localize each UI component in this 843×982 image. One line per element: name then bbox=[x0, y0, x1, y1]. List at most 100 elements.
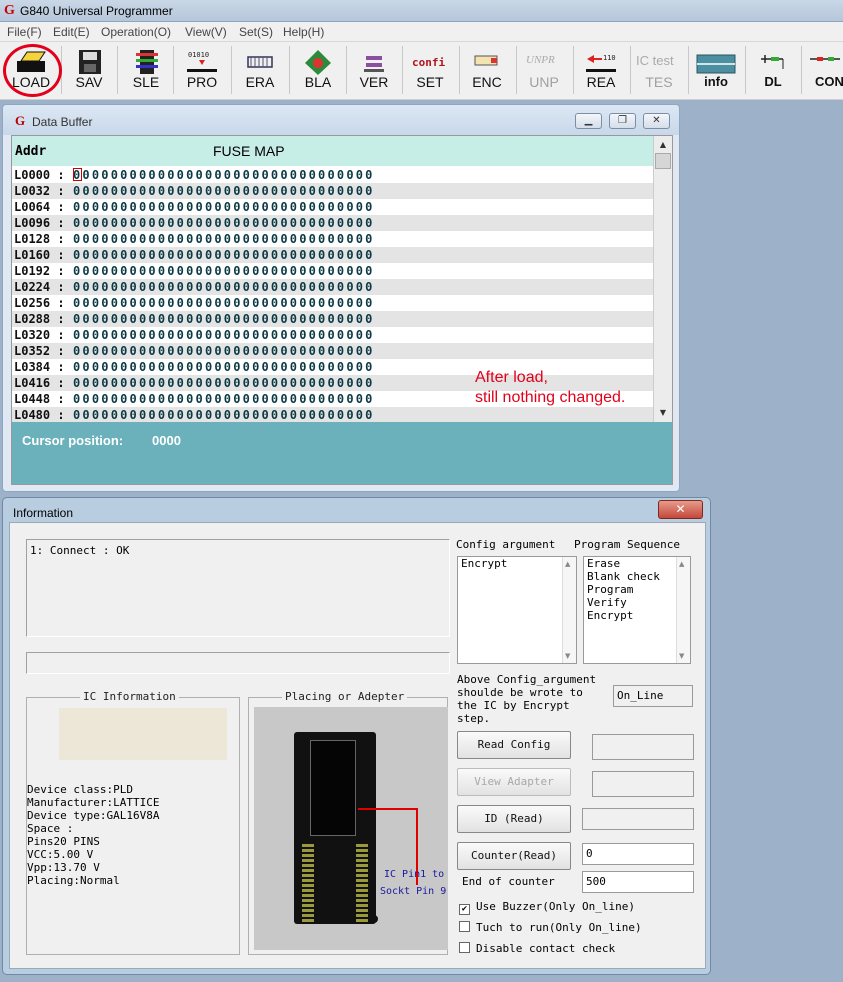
row-bits[interactable]: 00000000000000000000000000000000 bbox=[73, 231, 375, 247]
row-bits[interactable]: 00000000000000000000000000000000 bbox=[73, 167, 375, 183]
information-window: Information ✕ 1: Connect : OK IC Informa… bbox=[2, 497, 711, 975]
download-button[interactable]: DL bbox=[747, 46, 799, 96]
table-row[interactable]: L0160 : 00000000000000000000000000000000 bbox=[12, 247, 653, 263]
fuse-map-scrollbar[interactable]: ▲ ▼ bbox=[653, 136, 672, 422]
program-sequence-label: Program Sequence bbox=[574, 538, 680, 551]
table-row[interactable]: L0096 : 00000000000000000000000000000000 bbox=[12, 215, 653, 231]
info-button[interactable]: info bbox=[690, 46, 742, 96]
row-bits[interactable]: 00000000000000000000000000000000 bbox=[73, 375, 375, 391]
minimize-button[interactable]: ▁ bbox=[575, 113, 602, 129]
log-line: 1: Connect : OK bbox=[30, 544, 130, 557]
row-bits[interactable]: 00000000000000000000000000000000 bbox=[73, 295, 375, 311]
counter-value-field[interactable]: 0 bbox=[582, 843, 694, 865]
program-button[interactable]: 01010 PRO bbox=[176, 46, 228, 96]
row-bits[interactable]: 00000000000000000000000000000000 bbox=[73, 311, 375, 327]
svg-text:01010: 01010 bbox=[188, 51, 209, 59]
encrypt-button[interactable]: ENC bbox=[461, 46, 513, 96]
menu-view[interactable]: View(V) bbox=[185, 25, 227, 39]
table-row[interactable]: L0320 : 00000000000000000000000000000000 bbox=[12, 327, 653, 343]
row-bits[interactable]: 00000000000000000000000000000000 bbox=[73, 247, 375, 263]
list-item[interactable]: Erase bbox=[584, 557, 690, 570]
list-item[interactable]: Encrypt bbox=[584, 609, 690, 622]
checkbox-icon[interactable] bbox=[459, 942, 470, 953]
data-buffer-title: Data Buffer bbox=[32, 115, 93, 129]
ic-test-button[interactable]: IC test TES bbox=[632, 46, 686, 96]
info-icon bbox=[696, 54, 736, 74]
restore-button[interactable]: ❐ bbox=[609, 113, 636, 129]
table-row[interactable]: L0192 : 00000000000000000000000000000000 bbox=[12, 263, 653, 279]
svg-text:110: 110 bbox=[603, 54, 616, 62]
table-row[interactable]: L0128 : 00000000000000000000000000000000 bbox=[12, 231, 653, 247]
read-button[interactable]: 110 REA bbox=[575, 46, 627, 96]
table-row[interactable]: L0288 : 00000000000000000000000000000000 bbox=[12, 311, 653, 327]
use-buzzer-checkbox[interactable]: ✔ Use Buzzer(Only On_line) bbox=[459, 900, 635, 915]
counter-read-button[interactable]: Counter(Read) bbox=[457, 842, 571, 870]
list-item[interactable]: Blank check bbox=[584, 570, 690, 583]
disable-contact-checkbox[interactable]: Disable contact check bbox=[459, 942, 615, 955]
blank-check-button[interactable]: BLA bbox=[292, 46, 344, 96]
scroll-up-icon[interactable]: ▲ bbox=[655, 138, 671, 152]
row-bits[interactable]: 00000000000000000000000000000000 bbox=[73, 391, 375, 407]
end-counter-label: End of counter bbox=[462, 875, 555, 888]
verify-button[interactable]: VER bbox=[348, 46, 400, 96]
config-argument-label: Config argument bbox=[456, 538, 556, 551]
ic-information-label: IC Information bbox=[80, 690, 179, 703]
config-set-button[interactable]: confi SET bbox=[404, 46, 456, 96]
ic-info-line: Vpp:13.70 V bbox=[27, 861, 100, 874]
table-row[interactable]: L0352 : 00000000000000000000000000000000 bbox=[12, 343, 653, 359]
menu-help[interactable]: Help(H) bbox=[283, 25, 324, 39]
id-read-button[interactable]: ID (Read) bbox=[457, 805, 571, 833]
config-argument-list[interactable]: Encrypt ▲ ▼ bbox=[457, 556, 577, 664]
connect-button[interactable]: CON bbox=[804, 46, 843, 96]
app-title: G840 Universal Programmer bbox=[20, 4, 173, 18]
row-address: L0448 : bbox=[14, 392, 65, 406]
read-config-button[interactable]: Read Config bbox=[457, 731, 571, 759]
id-field bbox=[582, 808, 694, 830]
list-item[interactable]: Program bbox=[584, 583, 690, 596]
progress-bar bbox=[26, 652, 450, 674]
row-address: L0320 : bbox=[14, 328, 65, 342]
menu-set[interactable]: Set(S) bbox=[239, 25, 273, 39]
scroll-thumb[interactable] bbox=[655, 153, 671, 169]
list-item[interactable]: Verify bbox=[584, 596, 690, 609]
menu-operation[interactable]: Operation(O) bbox=[101, 25, 171, 39]
table-row[interactable]: L0000 : 00000000000000000000000000000000 bbox=[12, 167, 653, 183]
menu-file[interactable]: File(F) bbox=[7, 25, 42, 39]
information-close-button[interactable]: ✕ bbox=[658, 500, 703, 519]
end-counter-field[interactable]: 500 bbox=[582, 871, 694, 893]
program-sequence-list[interactable]: Erase Blank check Program Verify Encrypt ▲ ▼ bbox=[583, 556, 691, 664]
view-adapter-button[interactable]: View Adapter bbox=[457, 768, 571, 796]
table-row[interactable]: L0032 : 00000000000000000000000000000000 bbox=[12, 183, 653, 199]
scroll-down-icon[interactable]: ▼ bbox=[655, 406, 671, 420]
row-bits[interactable]: 00000000000000000000000000000000 bbox=[73, 407, 375, 423]
save-button[interactable]: SAV bbox=[63, 46, 115, 96]
erase-button[interactable]: ERA bbox=[234, 46, 286, 96]
cursor-position-value: 0000 bbox=[152, 433, 181, 448]
row-bits[interactable]: 00000000000000000000000000000000 bbox=[73, 343, 375, 359]
table-row[interactable]: L0480 : 00000000000000000000000000000000 bbox=[12, 407, 653, 423]
tuch-to-run-checkbox[interactable]: Tuch to run(Only On_line) bbox=[459, 921, 642, 934]
row-bits[interactable]: 00000000000000000000000000000000 bbox=[73, 215, 375, 231]
unprotect-button[interactable]: UNPR UNP bbox=[518, 46, 570, 96]
sockt-pin-label: Sockt Pin 9 bbox=[380, 886, 447, 897]
row-bits[interactable]: 00000000000000000000000000000000 bbox=[73, 263, 375, 279]
connect-icon bbox=[810, 57, 840, 61]
checkbox-icon[interactable] bbox=[459, 921, 470, 932]
row-bits[interactable]: 00000000000000000000000000000000 bbox=[73, 359, 375, 375]
table-row[interactable]: L0064 : 00000000000000000000000000000000 bbox=[12, 199, 653, 215]
checkbox-icon[interactable]: ✔ bbox=[459, 904, 470, 915]
ic-info-line: Device type:GAL16V8A bbox=[27, 809, 160, 822]
row-bits[interactable]: 00000000000000000000000000000000 bbox=[73, 279, 375, 295]
row-bits[interactable]: 00000000000000000000000000000000 bbox=[73, 199, 375, 215]
row-address: L0256 : bbox=[14, 296, 65, 310]
select-button[interactable]: SLE bbox=[120, 46, 172, 96]
information-title: Information bbox=[13, 506, 74, 520]
table-row[interactable]: L0256 : 00000000000000000000000000000000 bbox=[12, 295, 653, 311]
table-row[interactable]: L0224 : 00000000000000000000000000000000 bbox=[12, 279, 653, 295]
list-item[interactable]: Encrypt bbox=[458, 557, 576, 570]
close-button[interactable]: ✕ bbox=[643, 113, 670, 129]
menu-edit[interactable]: Edit(E) bbox=[53, 25, 90, 39]
row-bits[interactable]: 00000000000000000000000000000000 bbox=[73, 327, 375, 343]
row-bits[interactable]: 00000000000000000000000000000000 bbox=[73, 183, 375, 199]
ic-image-area bbox=[59, 708, 227, 760]
